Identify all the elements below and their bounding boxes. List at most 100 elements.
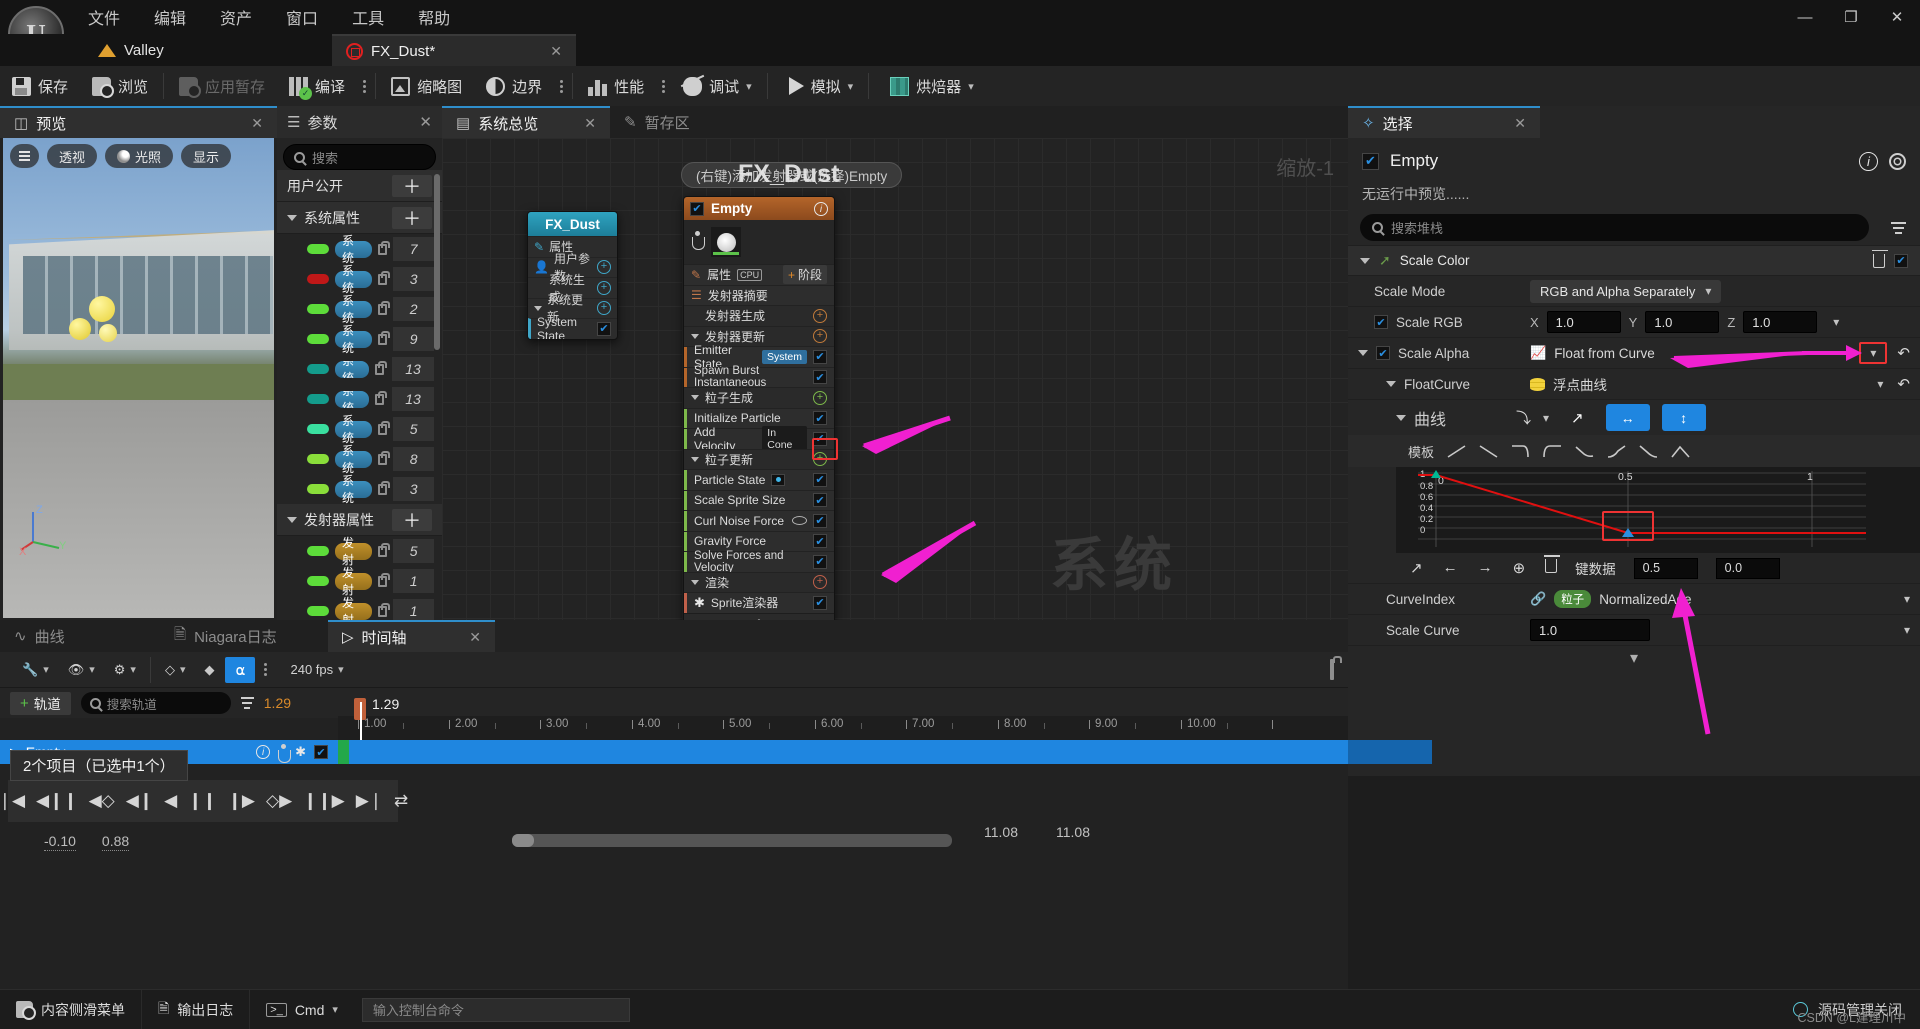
param-row[interactable]: 系统 3 [277,264,442,295]
tab-system-overview[interactable]: ▤ 系统总览 ✕ [442,106,610,138]
param-row[interactable]: 系统 2 [277,294,442,325]
param-row[interactable]: 发射 1 [277,566,442,597]
preview-viewport[interactable]: Z Y X [3,138,274,618]
selection-enable-checkbox[interactable] [1362,152,1379,170]
emitter-module-add-velocity[interactable]: Add Velocity In Cone [684,425,834,453]
system-overview-close-icon[interactable]: ✕ [584,115,596,132]
template-rise-icon[interactable] [1607,444,1626,458]
emitter-node-empty[interactable]: Empty i ✎ 属性 CPU + 阶段 [683,196,835,620]
parameters-search-input[interactable]: 搜索 [283,144,436,170]
param-row[interactable]: 系统 8 [277,444,442,475]
bounds-options-icon[interactable] [554,79,569,93]
add-module-button-particle-update[interactable]: + [813,452,827,467]
minimize-button[interactable]: — [1782,0,1828,34]
close-button[interactable]: ✕ [1874,0,1920,34]
property-row-scale-curve[interactable]: Scale Curve 1.0 ▾ [1348,614,1920,645]
cmd-button[interactable]: >_ Cmd ▾ [250,990,354,1029]
toolbar-apply-cache-button[interactable]: 应用暂存 [167,66,277,106]
add-module-icon[interactable]: + [597,260,611,275]
toolbar-thumbnail-button[interactable]: 缩略图 [379,66,474,106]
system-graph-canvas[interactable]: 缩放-1 系统 (右键)添加发射器或(选择)Empty FX_Dust FX_D… [442,138,1348,620]
fit-curve-icon[interactable]: ↗ [1410,559,1423,577]
menu-file[interactable]: 文件 [84,2,124,32]
pause-icon[interactable]: ❙❙ [188,791,217,811]
param-value[interactable]: 13 [392,387,434,411]
param-value[interactable]: 5 [393,539,434,563]
track-enable-checkbox[interactable] [314,745,328,759]
add-module-icon-2[interactable]: + [597,280,611,295]
tab-close-icon[interactable]: ✕ [524,43,562,60]
reset-float-curve-icon[interactable]: ↶ [1897,375,1910,393]
param-value[interactable]: 5 [393,417,434,441]
template-ease-out-icon[interactable] [1511,444,1530,458]
property-row-scale-rgb[interactable]: Scale RGB X 1.0 Y 1.0 Z 1.0 ▾ [1348,306,1920,337]
param-row[interactable]: 系统 13 [277,384,442,414]
maximize-button[interactable]: ❐ [1828,0,1874,34]
toolbar-performance-button[interactable]: 性能 [576,66,656,106]
property-row-scale-mode[interactable]: Scale Mode RGB and Alpha Separately ▾ [1348,275,1920,306]
property-row-curve-index[interactable]: CurveIndex 🔗 粒子 NormalizedAge ▾ [1348,583,1920,735]
chevron-down-icon-import[interactable]: ▾ [1543,411,1549,425]
curve-plot-svg[interactable]: 1 0.8 0.6 0.4 0.2 0 0 0.5 1 [1396,467,1920,553]
module-enable-checkbox[interactable] [813,513,827,528]
module-enable-checkbox[interactable] [813,431,827,446]
emitter-module-spawn-burst[interactable]: Spawn Burst Instantaneous [684,365,834,389]
param-value[interactable]: 1 [393,569,434,593]
chevron-down-icon-rgb[interactable]: ▾ [1833,315,1839,329]
snap-toggle-button[interactable]: ⍺ [225,656,256,683]
menu-tools[interactable]: 工具 [348,2,388,32]
chevron-down-icon-fc[interactable]: ▾ [1877,377,1883,391]
track-search-input[interactable]: 搜索轨道 [80,692,231,714]
param-value[interactable]: 7 [393,237,434,261]
tab-asset-fxdust[interactable]: FX_Dust* ✕ [332,34,576,66]
parameters-scrollbar[interactable] [434,174,440,350]
param-value[interactable]: 3 [393,477,434,501]
emitter-group-emitter-spawn[interactable]: 发射器生成 + [684,305,834,326]
tab-niagara-log[interactable]: 🗎 Niagara日志 [160,620,328,652]
template-ease-in-icon[interactable] [1543,444,1562,458]
module-enable-checkbox[interactable] [813,554,827,569]
module-enable-checkbox[interactable] [813,349,827,364]
gear-icon[interactable] [1889,152,1906,170]
track-filter-icon[interactable] [240,697,254,709]
add-key-icon[interactable]: ⊕ [1513,559,1526,577]
timeline-visibility-button[interactable]: 👁 ▾ [60,659,103,681]
menu-assets[interactable]: 资产 [216,2,256,32]
timeline-close-icon[interactable]: ✕ [469,629,481,646]
timeline-ruler[interactable]: 1.00 2.00 3.00 4.00 5.00 6.00 7.00 8.00 [338,716,1348,740]
prev-key-icon-2[interactable]: ◀◇ [89,791,115,811]
key-mode-button[interactable]: ◆ [196,659,222,681]
tab-timeline[interactable]: ▷ 时间轴 ✕ [328,620,495,652]
module-enable-checkbox[interactable] [813,534,827,549]
next-key-icon-2[interactable]: ◇▶ [266,791,292,811]
range-start-input[interactable]: -0.10 [44,833,76,851]
param-section-system[interactable]: 系统属性 ＋ [277,202,442,234]
emitter-module-particle-state[interactable]: Particle State [684,469,834,490]
track-info-icon[interactable]: i [256,745,271,759]
scale-rgb-z-input[interactable]: 1.0 [1743,311,1818,333]
step-back-icon[interactable]: ◀❙ [126,791,153,811]
emitter-sprite-thumbnail[interactable] [711,227,741,257]
view-range-value-2[interactable]: 11.08 [1056,824,1090,840]
emitter-group-particle-spawn[interactable]: 粒子生成 + [684,387,834,408]
tab-project-valley[interactable]: Valley [84,34,178,66]
track-localspace-icon[interactable] [278,744,292,763]
toolbar-compile-button[interactable]: 编译 [277,66,357,106]
curve-plot[interactable]: 1 0.8 0.6 0.4 0.2 0 0 0.5 1 [1396,467,1920,553]
viewport-lighting-button[interactable]: 光照 [105,144,174,168]
stack-search-input[interactable]: 搜索堆栈 [1360,214,1869,241]
emitter-module-gravity-force[interactable]: Gravity Force [684,530,834,551]
param-add-button-0[interactable]: ＋ [392,174,432,197]
selection-close-icon[interactable]: ✕ [1514,115,1526,132]
output-log-button[interactable]: 🗎 输出日志 [142,989,251,1029]
timeline-lock-icon[interactable] [1330,658,1334,680]
emitter-group-particle-update[interactable]: 粒子更新 + [684,448,834,469]
content-drawer-button[interactable]: 内容侧滑菜单 [0,989,142,1029]
view-range-value-1[interactable]: 11.08 [984,824,1018,840]
emitter-row-summary[interactable]: ☰ 发射器摘要 [684,284,834,305]
template-hill-icon[interactable] [1671,445,1690,458]
import-curve-icon[interactable]: ⤵ [1516,407,1531,428]
fit-horizontal-button[interactable]: ↔ [1605,404,1650,431]
scale-rgb-y-input[interactable]: 1.0 [1645,311,1720,333]
track-renderer-icon[interactable]: ✱ [295,744,306,760]
